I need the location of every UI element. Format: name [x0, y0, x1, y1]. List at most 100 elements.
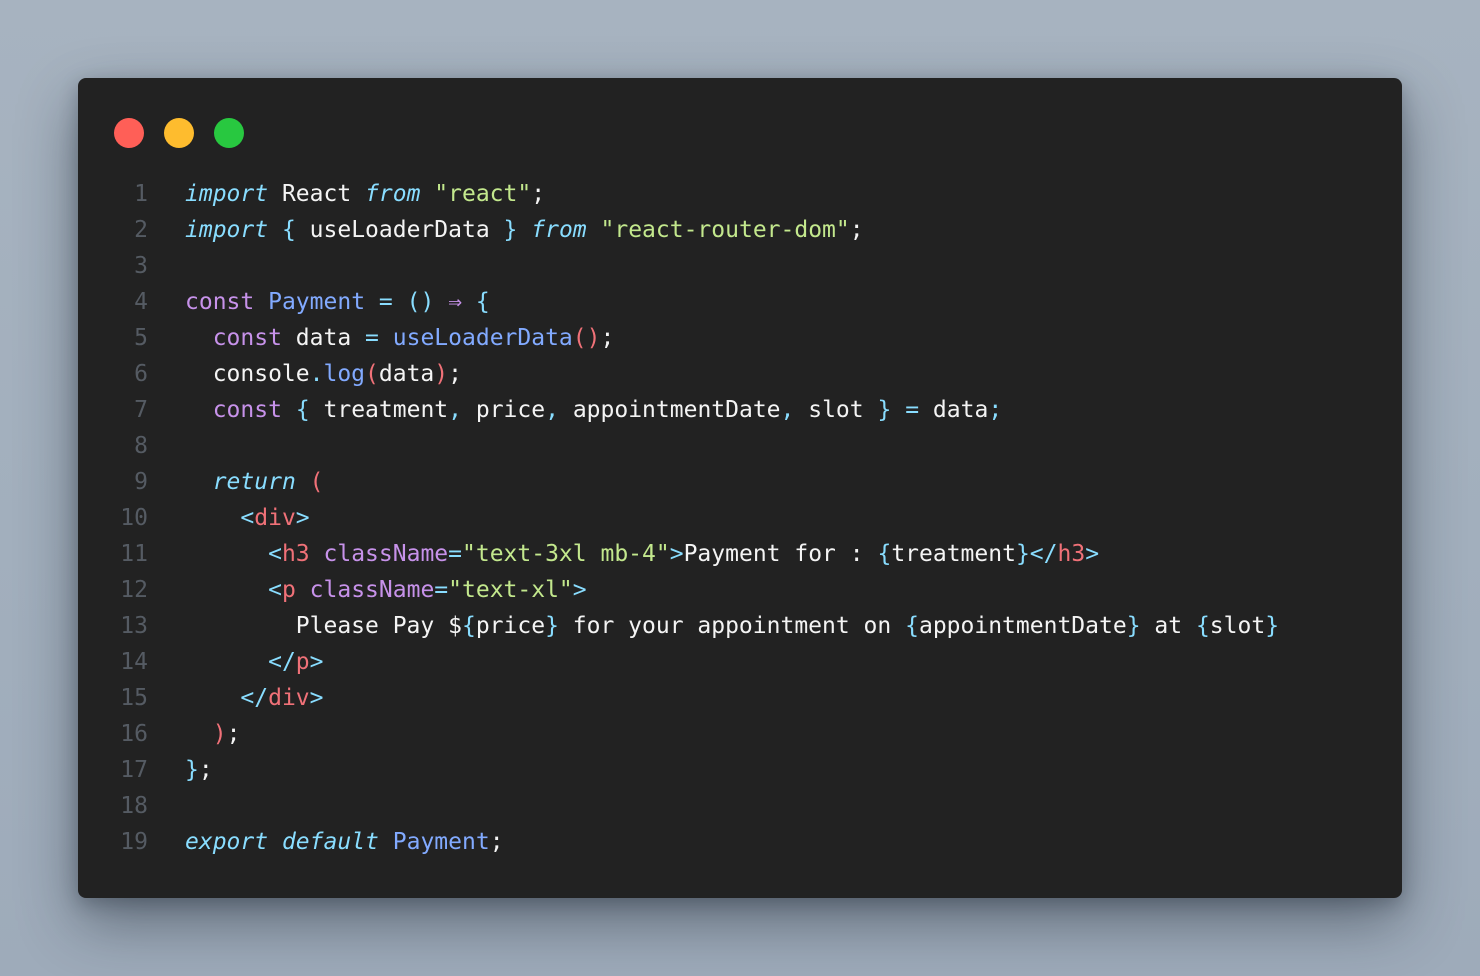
- code-line: 5 const data = useLoaderData();: [78, 320, 1402, 356]
- line-number: 17: [120, 757, 148, 783]
- code-token: "react-router-dom": [600, 217, 850, 243]
- code-token: "react": [434, 181, 532, 207]
- code-window: 1 import React from "react"; 2 import { use…: [78, 78, 1402, 898]
- code-token: ;: [489, 829, 504, 855]
- code-token: (: [309, 469, 324, 495]
- code-line: 3: [78, 248, 1402, 284]
- code-editor: 1 import React from "react"; 2 import { use…: [78, 176, 1402, 860]
- code-token: }: [1265, 613, 1280, 639]
- code-token: (): [572, 325, 601, 351]
- code-token: =: [448, 541, 462, 567]
- line-number: 8: [134, 433, 148, 459]
- code-token: ⇒: [448, 289, 463, 315]
- code-text: );: [185, 716, 241, 752]
- minimize-window-button[interactable]: [164, 118, 194, 148]
- code-token: h3: [1057, 541, 1086, 567]
- code-token: Payment: [392, 829, 490, 855]
- code-token: >: [295, 505, 310, 531]
- code-token: appointmentDate: [918, 613, 1127, 639]
- code-text: export default Payment;: [185, 824, 504, 860]
- code-token: ,: [448, 397, 463, 423]
- line-number: 5: [134, 325, 148, 351]
- code-token: }: [545, 613, 559, 639]
- code-token: "text-xl": [448, 577, 573, 603]
- maximize-window-button[interactable]: [214, 118, 244, 148]
- code-line: 11 <h3 className="text-3xl mb-4">Payment…: [78, 536, 1402, 572]
- code-line: 6 console.log(data);: [78, 356, 1402, 392]
- code-token: from: [365, 181, 421, 207]
- code-token: <: [268, 541, 282, 567]
- code-token: data: [281, 325, 366, 351]
- code-token: ;: [600, 325, 615, 351]
- code-text: Please Pay ${price} for your appointment…: [185, 608, 1279, 644]
- line-number: 2: [134, 217, 148, 243]
- line-number: 12: [120, 577, 148, 603]
- code-line: 16 );: [78, 716, 1402, 752]
- code-line: 1 import React from "react";: [78, 176, 1402, 212]
- code-token: h3: [281, 541, 310, 567]
- code-token: ;: [226, 721, 241, 747]
- code-token: >: [669, 541, 684, 567]
- code-line: 13 Please Pay ${price} for your appointm…: [78, 608, 1402, 644]
- code-text: console.log(data);: [185, 356, 462, 392]
- code-token: log: [323, 361, 366, 387]
- code-token: useLoaderData: [295, 217, 504, 243]
- code-line: 10 <div>: [78, 500, 1402, 536]
- line-number: 6: [134, 361, 148, 387]
- code-token: <: [268, 577, 282, 603]
- code-token: =: [434, 577, 449, 603]
- code-token: ): [434, 361, 449, 387]
- code-text: </p>: [185, 644, 323, 680]
- code-line: 8: [78, 428, 1402, 464]
- code-text: <p className="text-xl">: [185, 572, 587, 608]
- code-token: appointmentDate: [558, 397, 781, 423]
- code-token: data: [378, 361, 435, 387]
- code-token: const: [185, 289, 255, 315]
- code-token: >: [1085, 541, 1100, 567]
- code-text: return (: [185, 464, 324, 500]
- code-token: <: [240, 505, 255, 531]
- code-token: import: [185, 217, 269, 243]
- code-token: {: [295, 397, 310, 423]
- code-token: price: [475, 613, 546, 639]
- line-number: 19: [120, 829, 148, 855]
- code-token: React: [268, 181, 366, 207]
- code-line: 18: [78, 788, 1402, 824]
- code-line: 14 </p>: [78, 644, 1402, 680]
- code-token: (: [365, 361, 379, 387]
- code-token: p: [281, 577, 296, 603]
- code-text: <h3 className="text-3xl mb-4">Payment fo…: [185, 536, 1099, 572]
- line-number: 1: [134, 181, 148, 207]
- code-token: console: [185, 361, 310, 387]
- code-line: 15 </div>: [78, 680, 1402, 716]
- code-line: 12 <p className="text-xl">: [78, 572, 1402, 608]
- close-window-button[interactable]: [114, 118, 144, 148]
- code-token: "text-3xl mb-4": [462, 541, 670, 567]
- code-token: >: [572, 577, 587, 603]
- code-token: </: [268, 649, 296, 675]
- line-number: 3: [134, 253, 148, 279]
- code-token: </: [240, 685, 269, 711]
- code-token: useLoaderData: [392, 325, 573, 351]
- code-token: treatment: [891, 541, 1016, 567]
- line-number: 14: [120, 649, 148, 675]
- code-text: const { treatment, price, appointmentDat…: [185, 392, 1002, 428]
- code-token: {: [905, 613, 919, 639]
- line-number: 9: [134, 469, 148, 495]
- code-token: treatment: [309, 397, 449, 423]
- code-token: data: [919, 397, 989, 423]
- code-line: 9 return (: [78, 464, 1402, 500]
